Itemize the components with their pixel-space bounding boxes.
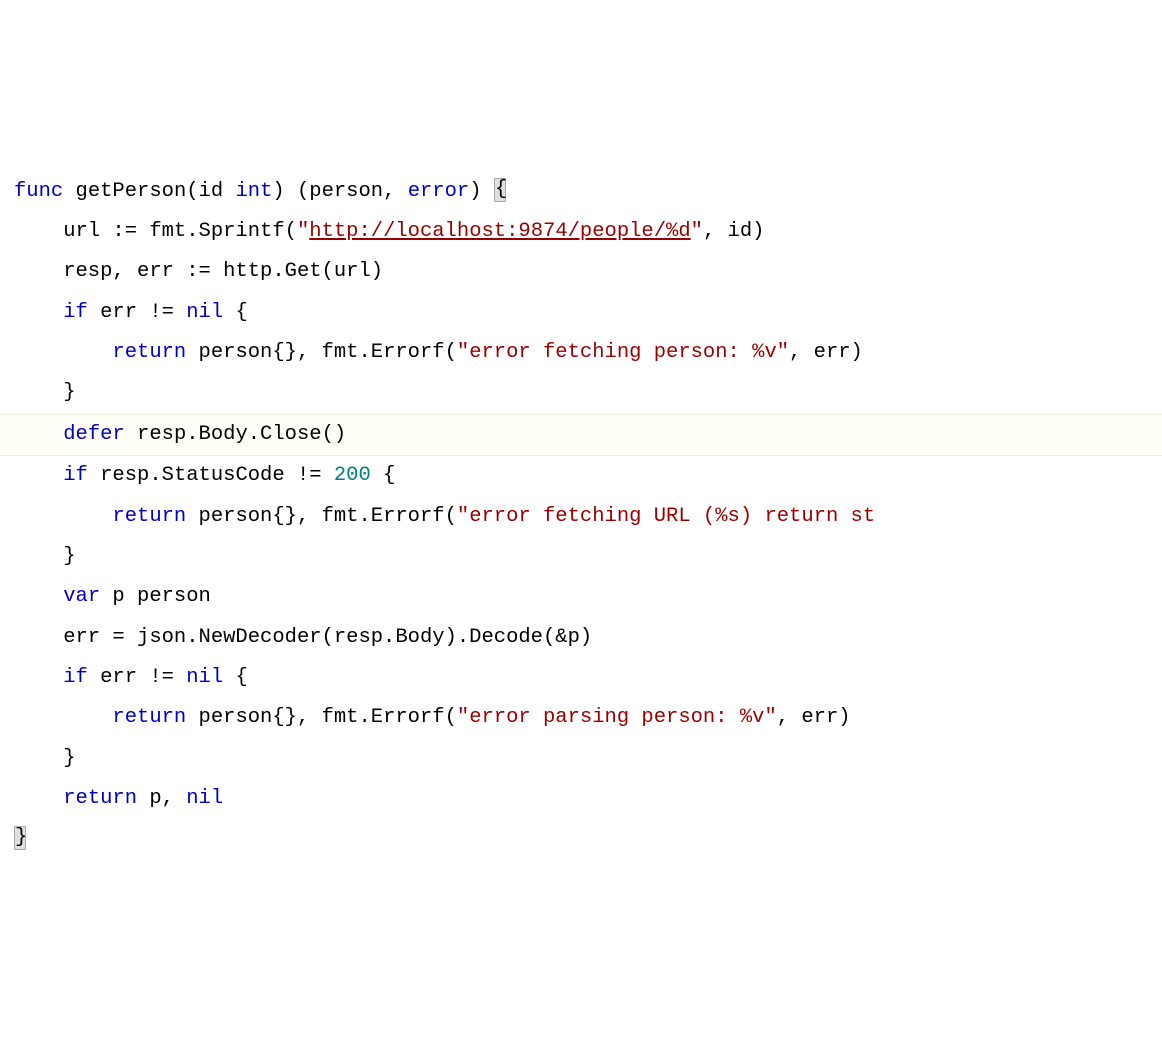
code-line-11: var p person [14, 585, 211, 608]
brace-highlight-icon: { [494, 178, 506, 202]
keyword-func: func [14, 180, 63, 203]
code-line-14: return person{}, fmt.Errorf("error parsi… [14, 706, 851, 729]
code-line-13: if err != nil { [14, 666, 248, 689]
keyword-nil: nil [186, 787, 223, 810]
url-string: http://localhost:9874/people/%d [309, 220, 690, 243]
code-line-5: return person{}, fmt.Errorf("error fetch… [14, 341, 863, 364]
keyword-var: var [63, 585, 100, 608]
code-line-1: func getPerson(id int) (person, error) { [14, 180, 506, 203]
code-line-10: } [14, 545, 76, 568]
string-literal: "error fetching person: %v" [457, 341, 789, 364]
code-line-4: if err != nil { [14, 301, 248, 324]
keyword-nil: nil [186, 301, 223, 324]
code-line-9: return person{}, fmt.Errorf("error fetch… [14, 505, 875, 528]
brace-highlight-icon: } [14, 826, 26, 850]
keyword-nil: nil [186, 666, 223, 689]
code-line-16: return p, nil [14, 787, 223, 810]
code-line-12: err = json.NewDecoder(resp.Body).Decode(… [14, 626, 592, 649]
keyword-if: if [63, 464, 88, 487]
keyword-return: return [112, 341, 186, 364]
keyword-if: if [63, 666, 88, 689]
function-name: getPerson [76, 180, 187, 203]
keyword-return: return [63, 787, 137, 810]
code-editor[interactable]: func getPerson(id int) (person, error) {… [14, 172, 1162, 860]
code-line-2: url := fmt.Sprintf("http://localhost:987… [14, 220, 764, 243]
keyword-return: return [112, 505, 186, 528]
keyword-defer: defer [63, 423, 125, 446]
string-literal: "error fetching URL (%s) return st [457, 505, 875, 528]
number-literal: 200 [334, 464, 371, 487]
keyword-if: if [63, 301, 88, 324]
code-line-8: if resp.StatusCode != 200 { [14, 464, 395, 487]
current-line: defer resp.Body.Close() [0, 414, 1162, 456]
code-line-6: } [14, 381, 76, 404]
code-line-3: resp, err := http.Get(url) [14, 260, 383, 283]
keyword-error: error [408, 180, 470, 203]
keyword-return: return [112, 706, 186, 729]
keyword-int: int [235, 180, 272, 203]
string-literal: "error parsing person: %v" [457, 706, 777, 729]
code-line-15: } [14, 747, 76, 770]
code-line-17: } [14, 828, 26, 851]
